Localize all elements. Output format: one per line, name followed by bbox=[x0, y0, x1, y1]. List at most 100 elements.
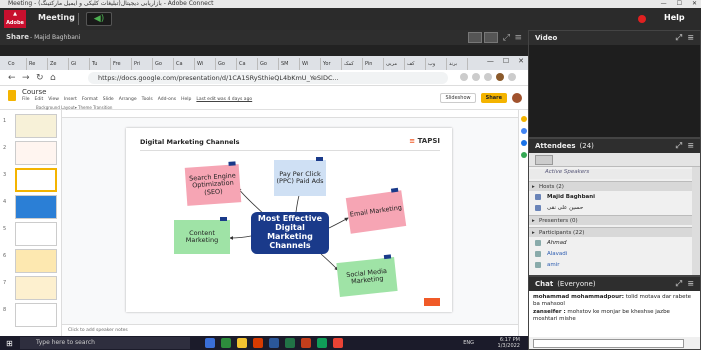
avatar[interactable] bbox=[512, 93, 522, 103]
language-indicator[interactable]: ENG bbox=[463, 340, 474, 346]
extension-icon[interactable] bbox=[508, 73, 516, 81]
hosts-group[interactable]: Hosts (2) bbox=[529, 181, 692, 192]
browser-tab[interactable]: Fre bbox=[111, 58, 132, 70]
menu-arrange[interactable]: Arrange bbox=[119, 97, 137, 102]
slide-thumbnail[interactable] bbox=[15, 303, 57, 327]
meeting-menu[interactable]: Meeting bbox=[38, 13, 75, 22]
attendee-row[interactable]: Ahmad bbox=[529, 238, 692, 248]
browser-tab[interactable]: کمک bbox=[342, 58, 363, 70]
reload-icon[interactable]: ↻ bbox=[36, 73, 44, 83]
maps-icon[interactable] bbox=[521, 152, 527, 158]
forward-icon[interactable]: → bbox=[22, 73, 30, 83]
menu-tools[interactable]: Tools bbox=[142, 97, 153, 102]
slide-thumbnail[interactable] bbox=[15, 222, 57, 246]
app-icon[interactable] bbox=[317, 338, 327, 348]
attendee-row[interactable]: حسین علی نقی bbox=[529, 203, 692, 213]
browser-tab[interactable]: وب bbox=[426, 58, 447, 70]
browser-tab[interactable]: کف bbox=[405, 58, 426, 70]
slide-thumbnail[interactable] bbox=[15, 249, 57, 273]
back-icon[interactable]: ← bbox=[8, 73, 16, 83]
app-icon[interactable] bbox=[237, 338, 247, 348]
last-edit-link[interactable]: Last edit was 4 days ago bbox=[196, 97, 252, 102]
home-icon[interactable]: ⌂ bbox=[50, 73, 56, 83]
browser-tab[interactable]: Tu bbox=[90, 58, 111, 70]
full-view-button[interactable] bbox=[484, 32, 498, 43]
close-button[interactable]: ✕ bbox=[692, 0, 697, 8]
app-icon[interactable] bbox=[301, 338, 311, 348]
menu-insert[interactable]: Insert bbox=[64, 97, 77, 102]
fullscreen-icon[interactable]: ⤢ bbox=[676, 139, 682, 153]
slideshow-button[interactable]: Slideshow bbox=[440, 93, 476, 103]
app-icon[interactable] bbox=[333, 338, 343, 348]
browser-tab[interactable]: Pri bbox=[132, 58, 153, 70]
attendee-row[interactable]: amir bbox=[529, 260, 692, 270]
browser-tab[interactable]: Co bbox=[6, 58, 27, 70]
chat-input[interactable] bbox=[533, 339, 684, 348]
app-icon[interactable] bbox=[221, 338, 231, 348]
presenters-group[interactable]: Presenters (0) bbox=[529, 215, 692, 226]
browser-control-button[interactable]: ☐ bbox=[503, 57, 509, 65]
browser-tab[interactable]: برند bbox=[447, 58, 468, 70]
browser-tab[interactable]: SM bbox=[279, 58, 300, 70]
menu-help[interactable]: Help bbox=[181, 97, 191, 102]
browser-tab[interactable]: Wi bbox=[195, 58, 216, 70]
browser-tab[interactable]: Pin bbox=[363, 58, 384, 70]
url-field[interactable]: https://docs.google.com/presentation/d/1… bbox=[88, 72, 448, 84]
browser-tab[interactable]: Go bbox=[153, 58, 174, 70]
slide-thumbnail[interactable] bbox=[15, 195, 57, 219]
speaker-icon[interactable]: ◀) bbox=[86, 12, 112, 26]
taskbar-search[interactable]: Type here to search bbox=[20, 337, 190, 349]
extension-icon[interactable] bbox=[472, 73, 480, 81]
extension-icon[interactable] bbox=[484, 73, 492, 81]
app-icon[interactable] bbox=[253, 338, 263, 348]
attendee-row[interactable]: Alavadi bbox=[529, 249, 692, 259]
slide-thumbnail[interactable] bbox=[15, 141, 57, 165]
pod-menu-icon[interactable]: ≡ bbox=[514, 31, 522, 46]
slides-logo-icon[interactable] bbox=[8, 90, 16, 101]
app-icon[interactable] bbox=[269, 338, 279, 348]
menu-view[interactable]: View bbox=[48, 97, 59, 102]
share-button[interactable]: Share bbox=[480, 93, 507, 103]
browser-tab[interactable]: Ze bbox=[48, 58, 69, 70]
menu-edit[interactable]: Edit bbox=[35, 97, 44, 102]
slide-thumbnail[interactable] bbox=[15, 114, 57, 138]
pod-menu-icon[interactable]: ≡ bbox=[687, 31, 694, 45]
extension-icon[interactable] bbox=[460, 73, 468, 81]
slide-canvas[interactable]: Digital Marketing Channels ≡ TAPSI Searc… bbox=[126, 128, 452, 312]
browser-tab[interactable]: Wi bbox=[300, 58, 321, 70]
windows-start-icon[interactable]: ⊞ bbox=[6, 339, 13, 348]
menu-addons[interactable]: Add-ons bbox=[158, 97, 176, 102]
view-toggle-button[interactable] bbox=[535, 155, 553, 165]
tasks-icon[interactable] bbox=[521, 128, 527, 134]
maximize-button[interactable]: ☐ bbox=[677, 0, 682, 8]
attendees-scrollbar[interactable] bbox=[692, 167, 700, 275]
app-icon[interactable] bbox=[205, 338, 215, 348]
menu-format[interactable]: Format bbox=[82, 97, 98, 102]
extension-icon[interactable] bbox=[496, 73, 504, 81]
browser-tab[interactable]: Go bbox=[258, 58, 279, 70]
browser-tab[interactable]: Gi bbox=[69, 58, 90, 70]
participants-group[interactable]: Participants (22) bbox=[529, 227, 692, 238]
help-menu[interactable]: Help bbox=[664, 13, 685, 22]
contacts-icon[interactable] bbox=[521, 140, 527, 146]
fit-view-button[interactable] bbox=[468, 32, 482, 43]
pod-menu-icon[interactable]: ≡ bbox=[687, 277, 694, 291]
minimize-button[interactable]: — bbox=[661, 0, 667, 8]
slide-thumbnail-selected[interactable] bbox=[15, 168, 57, 192]
browser-control-button[interactable]: ✕ bbox=[518, 57, 524, 65]
browser-tab[interactable]: Ca bbox=[237, 58, 258, 70]
browser-tab[interactable]: Re bbox=[27, 58, 48, 70]
fullscreen-icon[interactable]: ⤢ bbox=[503, 31, 510, 46]
menu-file[interactable]: File bbox=[22, 97, 30, 102]
app-icon[interactable] bbox=[285, 338, 295, 348]
clock[interactable]: 6:17 PM 1/3/2022 bbox=[498, 337, 520, 349]
menu-slide[interactable]: Slide bbox=[103, 97, 114, 102]
browser-tab[interactable]: Go bbox=[216, 58, 237, 70]
keep-icon[interactable] bbox=[521, 116, 527, 122]
browser-tab[interactable]: Yor bbox=[321, 58, 342, 70]
fullscreen-icon[interactable]: ⤢ bbox=[676, 31, 682, 45]
record-icon[interactable] bbox=[638, 15, 646, 23]
doc-name[interactable]: Course bbox=[22, 88, 46, 96]
browser-tab[interactable]: مربی bbox=[384, 58, 405, 70]
fullscreen-icon[interactable]: ⤢ bbox=[676, 277, 682, 291]
